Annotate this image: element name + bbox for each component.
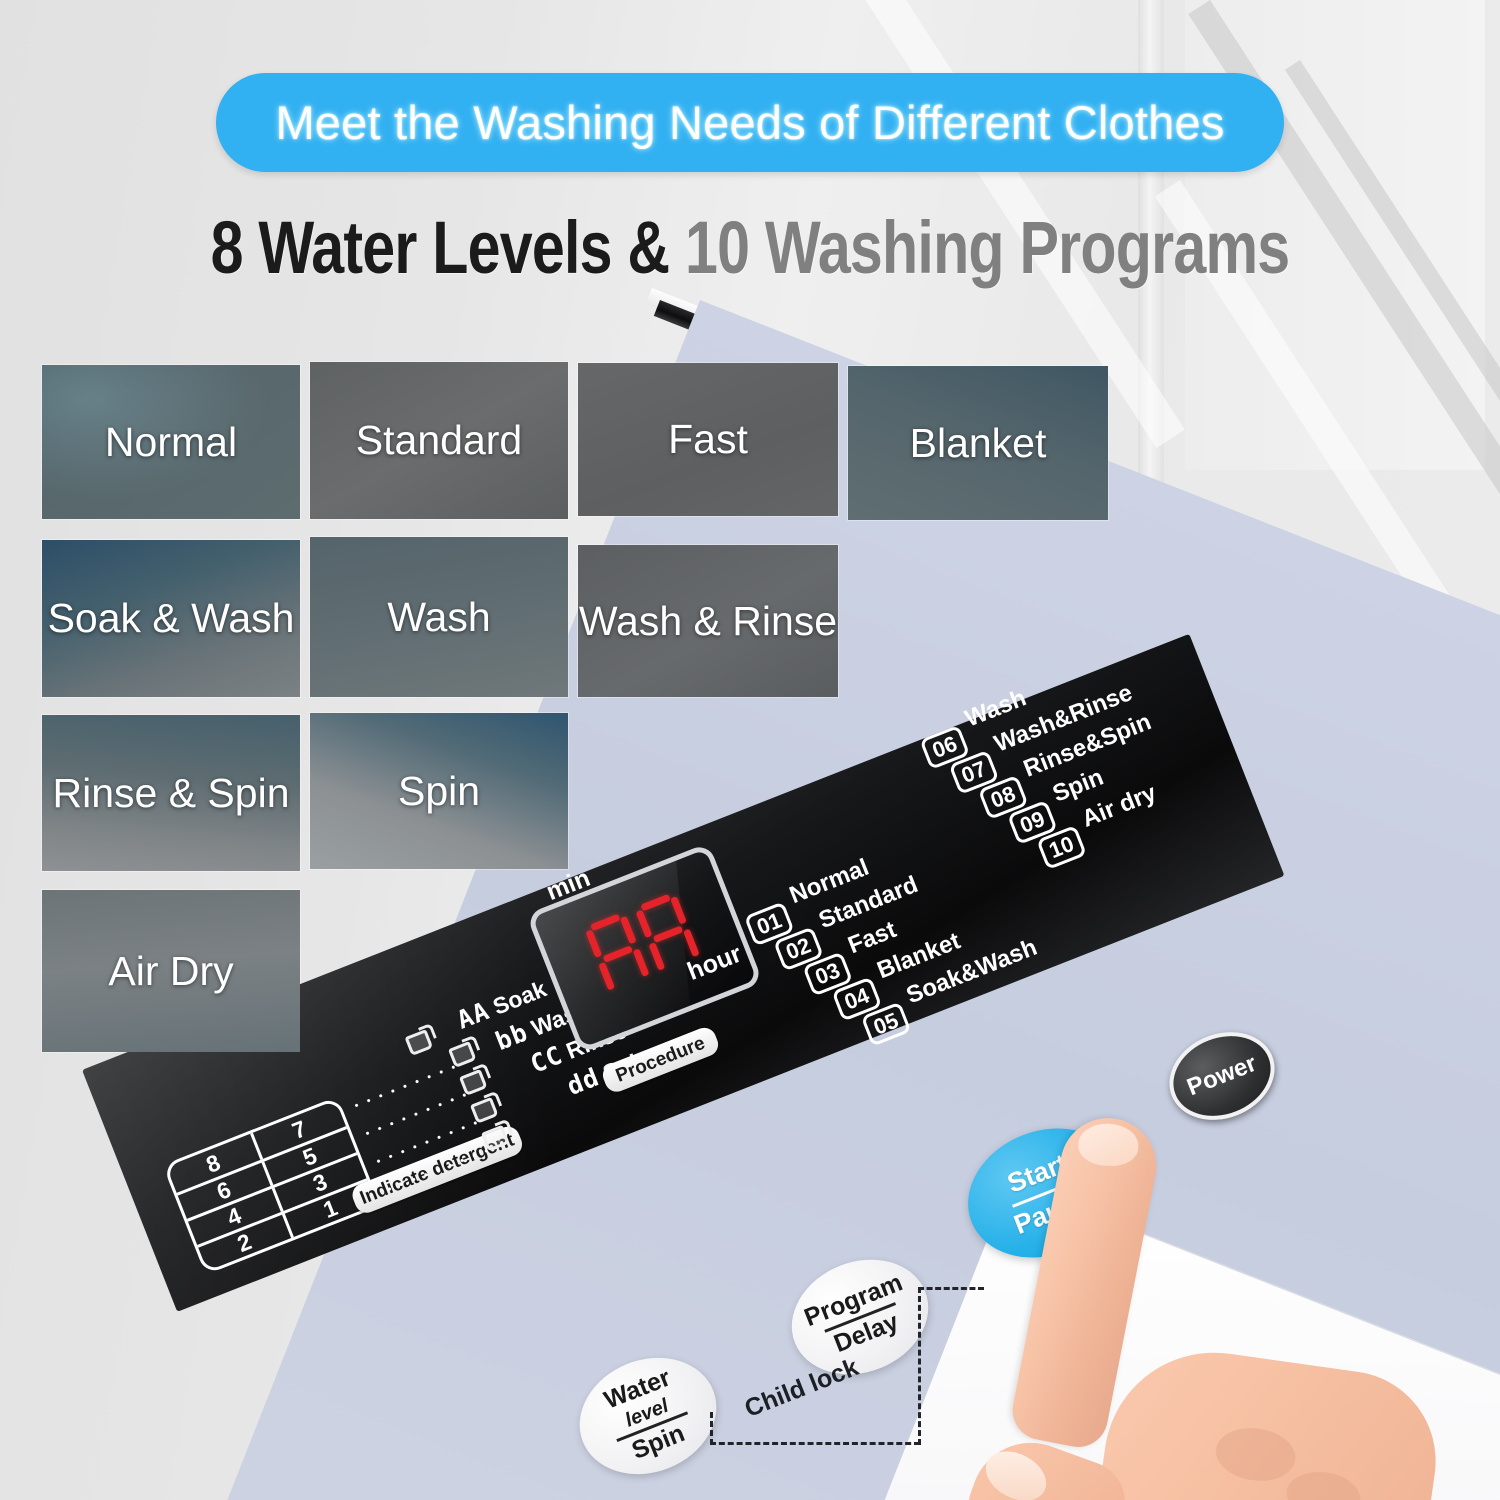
child-lock-line <box>710 1442 920 1445</box>
program-tile[interactable]: Fast <box>578 363 838 516</box>
program-tile-label: Wash & Rinse <box>578 597 838 644</box>
fingernail <box>1077 1122 1140 1168</box>
program-tile-label: Rinse & Spin <box>52 769 290 816</box>
child-lock-line <box>918 1287 984 1290</box>
measuring-cup-icon <box>447 1041 477 1069</box>
program-tile-label: Spin <box>397 767 481 814</box>
measuring-cup-icon <box>404 1029 434 1057</box>
procedure-code: AA <box>452 995 494 1035</box>
child-lock-line <box>710 1412 713 1445</box>
procedure-code: dd <box>562 1062 604 1101</box>
hand-pressing-button <box>954 1109 1500 1500</box>
program-tile[interactable]: Wash & Rinse <box>578 545 838 697</box>
program-tile-label: Blanket <box>909 419 1047 466</box>
program-tile-label: Standard <box>355 417 523 463</box>
program-tile[interactable]: Rinse & Spin <box>42 715 300 871</box>
program-tile[interactable]: Normal <box>42 365 300 519</box>
program-tile[interactable]: Soak & Wash <box>42 540 300 697</box>
headline-pill: Meet the Washing Needs of Different Clot… <box>216 73 1284 172</box>
program-tile[interactable]: Spin <box>310 713 568 869</box>
headline-pill-text: Meet the Washing Needs of Different Clot… <box>275 96 1225 149</box>
program-tile-label: Air Dry <box>108 947 234 994</box>
program-tile-label: Soak & Wash <box>47 595 295 641</box>
detergent-dot-row <box>371 1096 499 1165</box>
program-tile-label: Wash <box>387 593 491 640</box>
child-lock-label: Child lock <box>740 1353 863 1423</box>
subtitle-primary: 8 Water Levels & <box>210 206 686 289</box>
subtitle-secondary: 10 Washing Programs <box>685 206 1290 289</box>
detergent-dot-row <box>360 1068 488 1138</box>
program-tile[interactable]: Standard <box>310 362 568 519</box>
program-tile[interactable]: Air Dry <box>42 890 300 1052</box>
procedure-code: CC <box>526 1040 567 1079</box>
procedure-code: bb <box>491 1017 532 1057</box>
program-tile-label: Normal <box>104 418 238 465</box>
program-tile[interactable]: Wash <box>310 537 568 697</box>
power-button-label: Power <box>1183 1049 1261 1102</box>
program-tile-label: Fast <box>668 416 748 462</box>
detergent-dot-row <box>382 1124 510 1193</box>
palm <box>1078 1338 1448 1500</box>
detergent-dot-row <box>349 1041 477 1110</box>
measuring-cup-icon <box>469 1096 499 1124</box>
knuckle <box>1212 1423 1299 1486</box>
page-subtitle: 8 Water Levels & 10 Washing Programs <box>150 205 1350 290</box>
knuckle <box>1283 1467 1364 1500</box>
child-lock-line <box>918 1287 921 1445</box>
measuring-cup-icon <box>458 1068 488 1096</box>
program-tile[interactable]: Blanket <box>848 366 1108 520</box>
child-lock-bracket: Child lock <box>690 1287 1010 1480</box>
